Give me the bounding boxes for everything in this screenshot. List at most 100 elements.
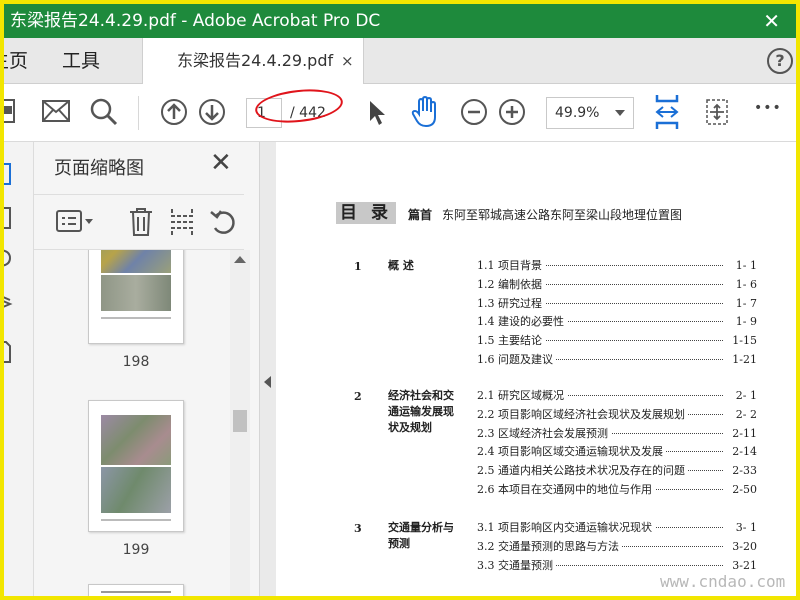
toc-entry-page: 1- 1 — [732, 257, 757, 275]
close-pane-button[interactable]: ✕ — [210, 150, 232, 176]
tab-document[interactable]: 东梁报告24.4.29.pdf × — [142, 38, 364, 85]
zoom-out-icon[interactable] — [460, 98, 488, 126]
toc-entry-page: 1- 7 — [732, 294, 757, 313]
previous-page-icon[interactable] — [160, 98, 188, 126]
toc-entry-label: 1.2 编制依据 — [477, 277, 545, 291]
toc-entry-label: 1.4 建设的必要性 — [477, 315, 567, 329]
toc-entry-page: 2- 1 — [732, 387, 757, 405]
toc-entry-label: 3.3 交通量预测 — [477, 558, 556, 572]
toc-entry[interactable]: 1.6 问题及建议 1-21 — [477, 351, 757, 369]
app-window: 东梁报告24.4.29.pdf - Adobe Acrobat Pro DC ✕… — [0, 0, 800, 600]
next-page-icon[interactable] — [198, 98, 226, 126]
tab-close-button[interactable]: × — [341, 38, 354, 84]
toc-sub-text: 东阿至郓城高速公路东阿至梁山段地理位置图 — [442, 208, 683, 222]
more-tools-button[interactable]: ••• — [754, 100, 782, 116]
page-thumbnail-number: 199 — [122, 542, 150, 558]
toc-entry[interactable]: 1.4 建设的必要性 1- 9 — [477, 313, 757, 332]
chevron-down-icon — [615, 110, 625, 116]
toc-entry[interactable]: 1.5 主要结论 1-15 — [477, 332, 757, 351]
save-icon[interactable] — [4, 98, 18, 126]
toc-entry[interactable]: 2.3 区域经济社会发展预测 2-11 — [477, 424, 757, 443]
main-toolbar: 1 / 442 49.9% ••• — [4, 84, 796, 142]
toc-entry[interactable]: 3.1 项目影响区内交通运输状况现状 3- 1 — [477, 519, 757, 537]
toc-entry-label: 1.3 研究过程 — [477, 296, 545, 310]
toc-entry-label: 2.5 通道内相关公路技术状况及存在的问题 — [477, 464, 688, 478]
window-title: 东梁报告24.4.29.pdf - Adobe Acrobat Pro DC — [10, 11, 381, 31]
page-thumbnail[interactable] — [88, 584, 184, 596]
toc-entry-label: 2.6 本项目在交通网中的地位与作用 — [477, 483, 655, 496]
toc-entry-page: 1-15 — [729, 332, 757, 351]
thumbnail-list: 198 199 — [34, 250, 234, 596]
toc-entry-label: 1.5 主要结论 — [477, 334, 545, 348]
toc-section-number: 2 — [354, 390, 362, 403]
chevron-left-icon — [264, 376, 271, 388]
tab-document-label: 东梁报告24.4.29.pdf — [177, 51, 334, 70]
toc-entry-label: 3.1 项目影响区内交通运输状况现状 — [477, 521, 655, 534]
toc-entry[interactable]: 3.2 交通量预测的思路与方法 3-20 — [477, 537, 757, 556]
page-thumbnails-icon[interactable] — [4, 162, 16, 190]
toc-entry-page: 1- 9 — [732, 313, 757, 332]
toc-heading: 目 录 — [336, 202, 396, 224]
tab-tools[interactable]: 工具 — [62, 38, 100, 84]
search-icon[interactable] — [90, 98, 118, 126]
toc-entry[interactable]: 1.3 研究过程 1- 7 — [477, 294, 757, 313]
toc-entry[interactable]: 2.2 项目影响区域经济社会现状及发展规划 2- 2 — [477, 405, 757, 424]
navigation-strip — [4, 142, 34, 596]
toc-entry-page: 2-11 — [729, 424, 757, 443]
toc-entry-label: 3.2 交通量预测的思路与方法 — [477, 539, 622, 553]
scrollbar-thumb[interactable] — [233, 410, 247, 432]
tab-bar: 主页 工具 东梁报告24.4.29.pdf × ? — [4, 38, 796, 85]
page-thumbnail[interactable] — [88, 400, 184, 532]
window-close-button[interactable]: ✕ — [763, 4, 780, 38]
toc-entry-page: 3-20 — [729, 537, 757, 556]
document-icon[interactable] — [4, 340, 16, 368]
thumbnail-scrollbar[interactable] — [230, 250, 250, 596]
scroll-up-icon[interactable] — [234, 256, 246, 263]
mail-icon[interactable] — [42, 100, 70, 122]
thumbnail-options-icon[interactable] — [56, 209, 94, 239]
help-button[interactable]: ? — [767, 48, 793, 74]
delete-page-icon[interactable] — [128, 207, 154, 241]
bookmark-icon[interactable] — [4, 206, 16, 234]
toc-section-title: 经济社会和交通运输发展现状及规划 — [388, 389, 454, 434]
document-page: 目 录 篇首 东阿至郓城高速公路东阿至梁山段地理位置图 1 概 述 1.1 项目背景… — [276, 142, 796, 596]
toc-entry-label: 1.6 问题及建议 — [477, 353, 556, 366]
select-cursor-icon[interactable] — [368, 100, 388, 126]
insert-page-icon[interactable] — [170, 207, 194, 241]
toc-entry-label: 1.1 项目背景 — [477, 259, 545, 272]
toc-entry-page: 2-50 — [729, 481, 757, 499]
toc-sub-label: 篇首 — [408, 208, 433, 222]
zoom-value: 49.9% — [555, 105, 600, 121]
toc-section-number: 3 — [354, 522, 362, 535]
fit-page-icon[interactable] — [654, 94, 680, 130]
thumbnails-pane: 页面缩略图 ✕ 198 199 — [34, 142, 260, 596]
zoom-in-icon[interactable] — [498, 98, 526, 126]
rotate-page-icon[interactable] — [210, 208, 238, 240]
attachment-icon[interactable] — [4, 246, 16, 274]
toc-entry-page: 1- 6 — [732, 275, 757, 294]
toc-section-title: 概 述 — [388, 259, 414, 272]
toc-entry[interactable]: 2.1 研究区域概况 2- 1 — [477, 387, 757, 405]
pane-collapse-handle[interactable] — [260, 142, 276, 596]
toc-section-title: 交通量分析与预测 — [388, 521, 454, 550]
layers-icon[interactable] — [4, 292, 16, 320]
toc-entry[interactable]: 1.1 项目背景 1- 1 — [477, 257, 757, 275]
toc-entry[interactable]: 2.4 项目影响区域交通运输现状及发展 2-14 — [477, 443, 757, 462]
toc-entry-page: 2-14 — [729, 443, 757, 462]
hand-tool-icon[interactable] — [410, 96, 440, 128]
page-thumbnail[interactable] — [88, 250, 184, 344]
watermark-text: www.cndao.com — [660, 572, 786, 591]
toc-entry[interactable]: 2.6 本项目在交通网中的地位与作用 2-50 — [477, 481, 757, 499]
zoom-select[interactable]: 49.9% — [546, 97, 634, 129]
toolbar-separator — [138, 96, 139, 130]
tab-home[interactable]: 主页 — [4, 38, 28, 84]
toc-entry-label: 2.3 区域经济社会发展预测 — [477, 426, 611, 440]
toc-entry[interactable]: 2.5 通道内相关公路技术状况及存在的问题 2-33 — [477, 462, 757, 481]
toc-entry-label: 2.1 研究区域概况 — [477, 389, 567, 402]
toc-entry[interactable]: 1.2 编制依据 1- 6 — [477, 275, 757, 294]
thumbnails-toolbar — [34, 194, 244, 250]
rotate-view-icon[interactable] — [704, 97, 730, 127]
toc-entry-label: 2.2 项目影响区域经济社会现状及发展规划 — [477, 407, 688, 421]
thumbnails-pane-title: 页面缩略图 — [54, 158, 144, 179]
toc-section-number: 1 — [354, 260, 362, 273]
